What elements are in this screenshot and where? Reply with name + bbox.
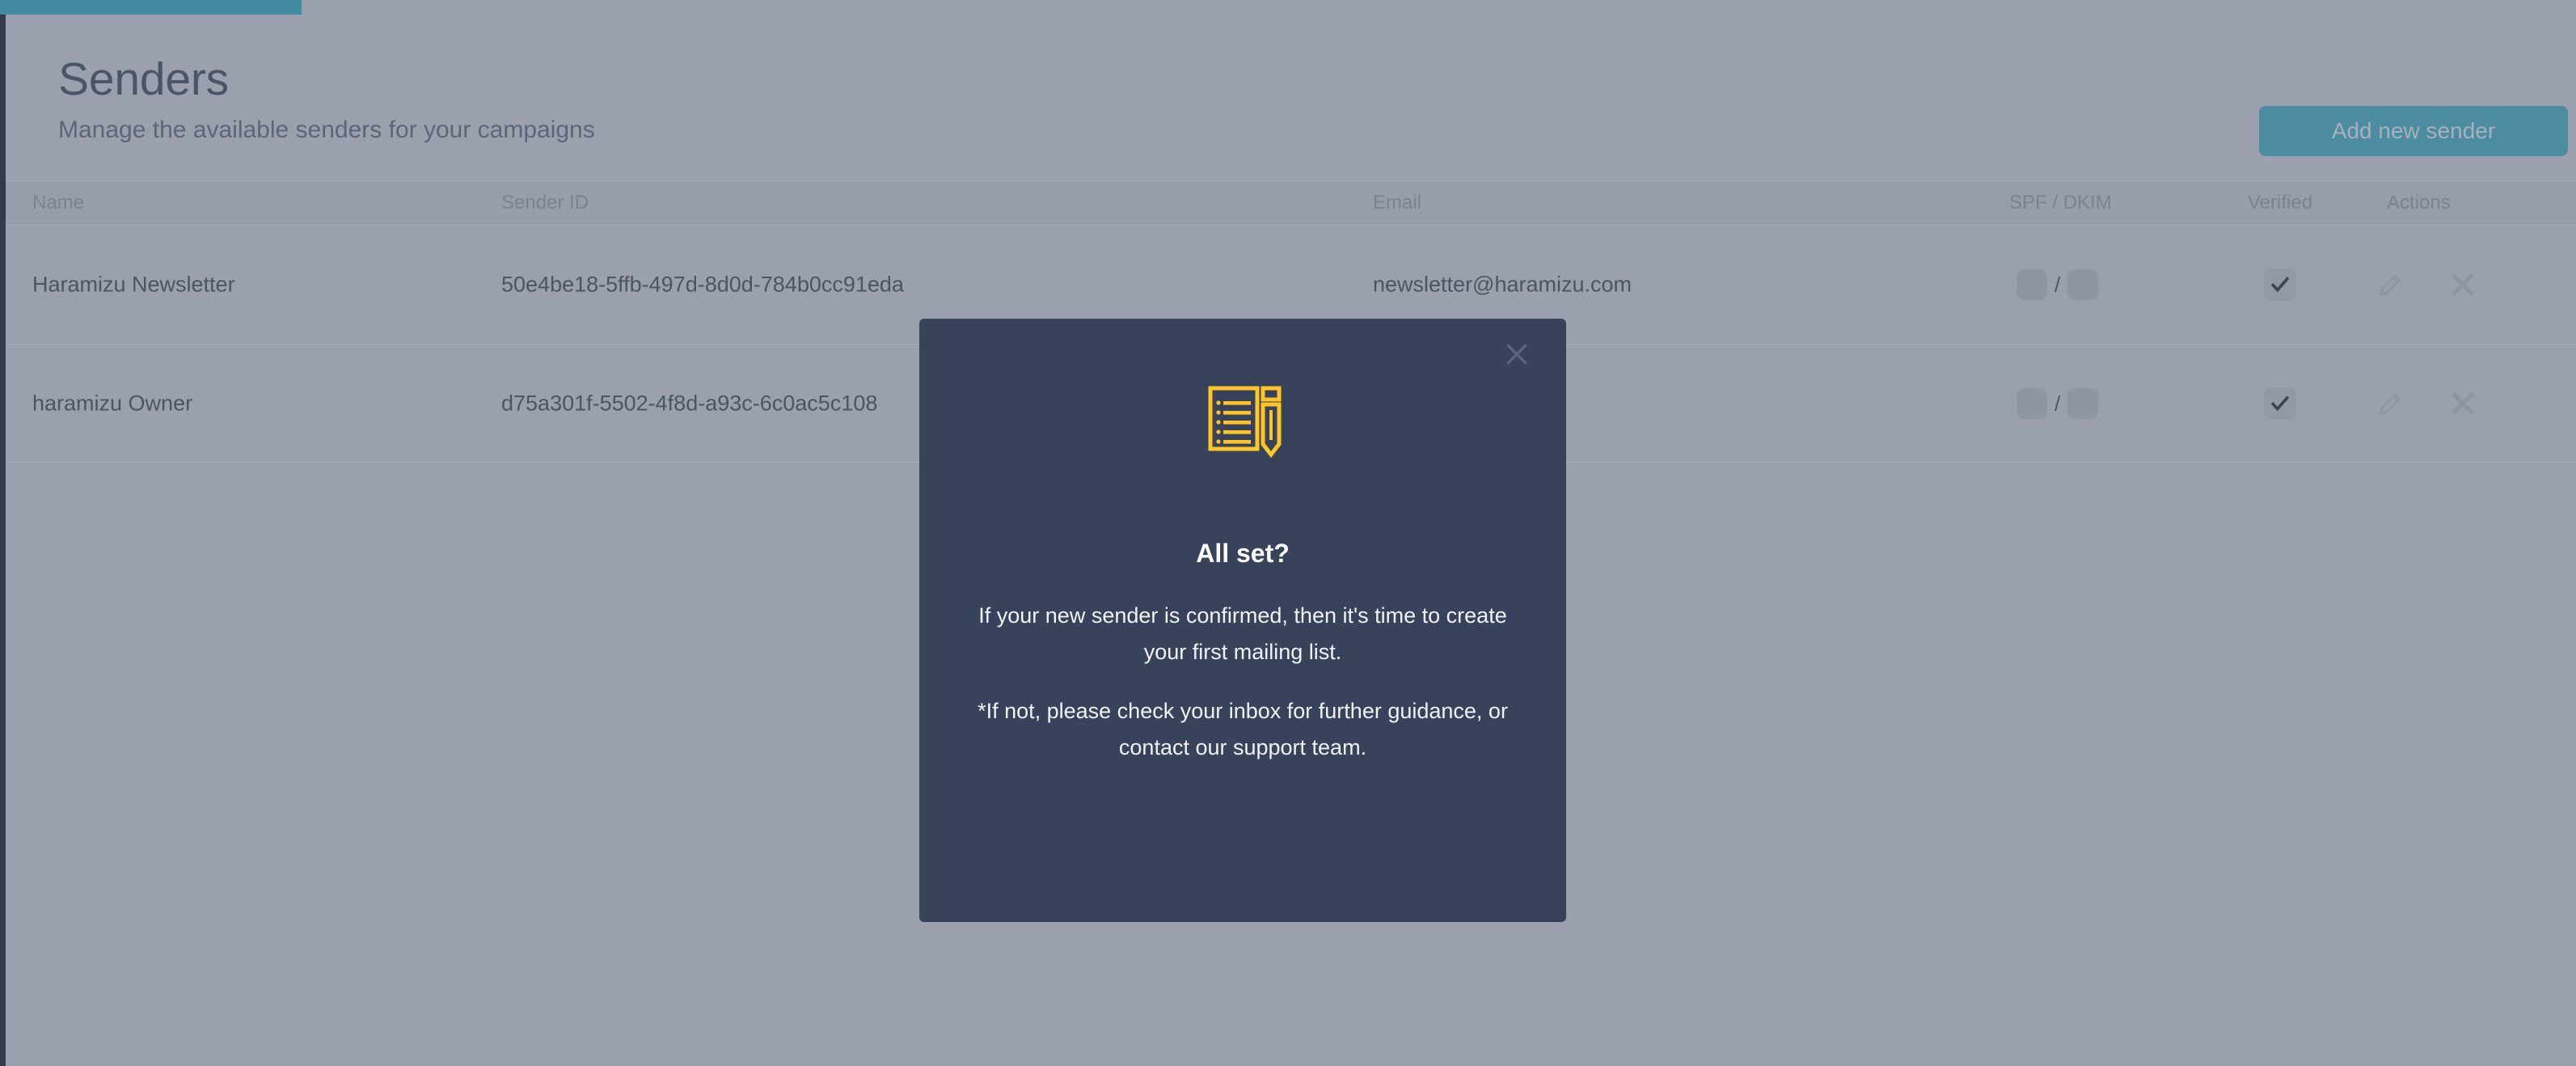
modal-body-text: If your new sender is confirmed, then it… [978,603,1507,664]
modal-close-button[interactable] [1493,331,1540,378]
modal-overlay: All set? If your new sender is confirmed… [0,0,2576,1066]
close-icon [1506,344,1527,365]
senders-page: Senders Manage the available senders for… [0,0,2576,1066]
modal-note-text: *If not, please check your inbox for fur… [978,699,1508,759]
list-with-pencil-icon [1198,372,1287,461]
modal-title: All set? [1196,539,1290,568]
all-set-modal: All set? If your new sender is confirmed… [919,319,1566,922]
